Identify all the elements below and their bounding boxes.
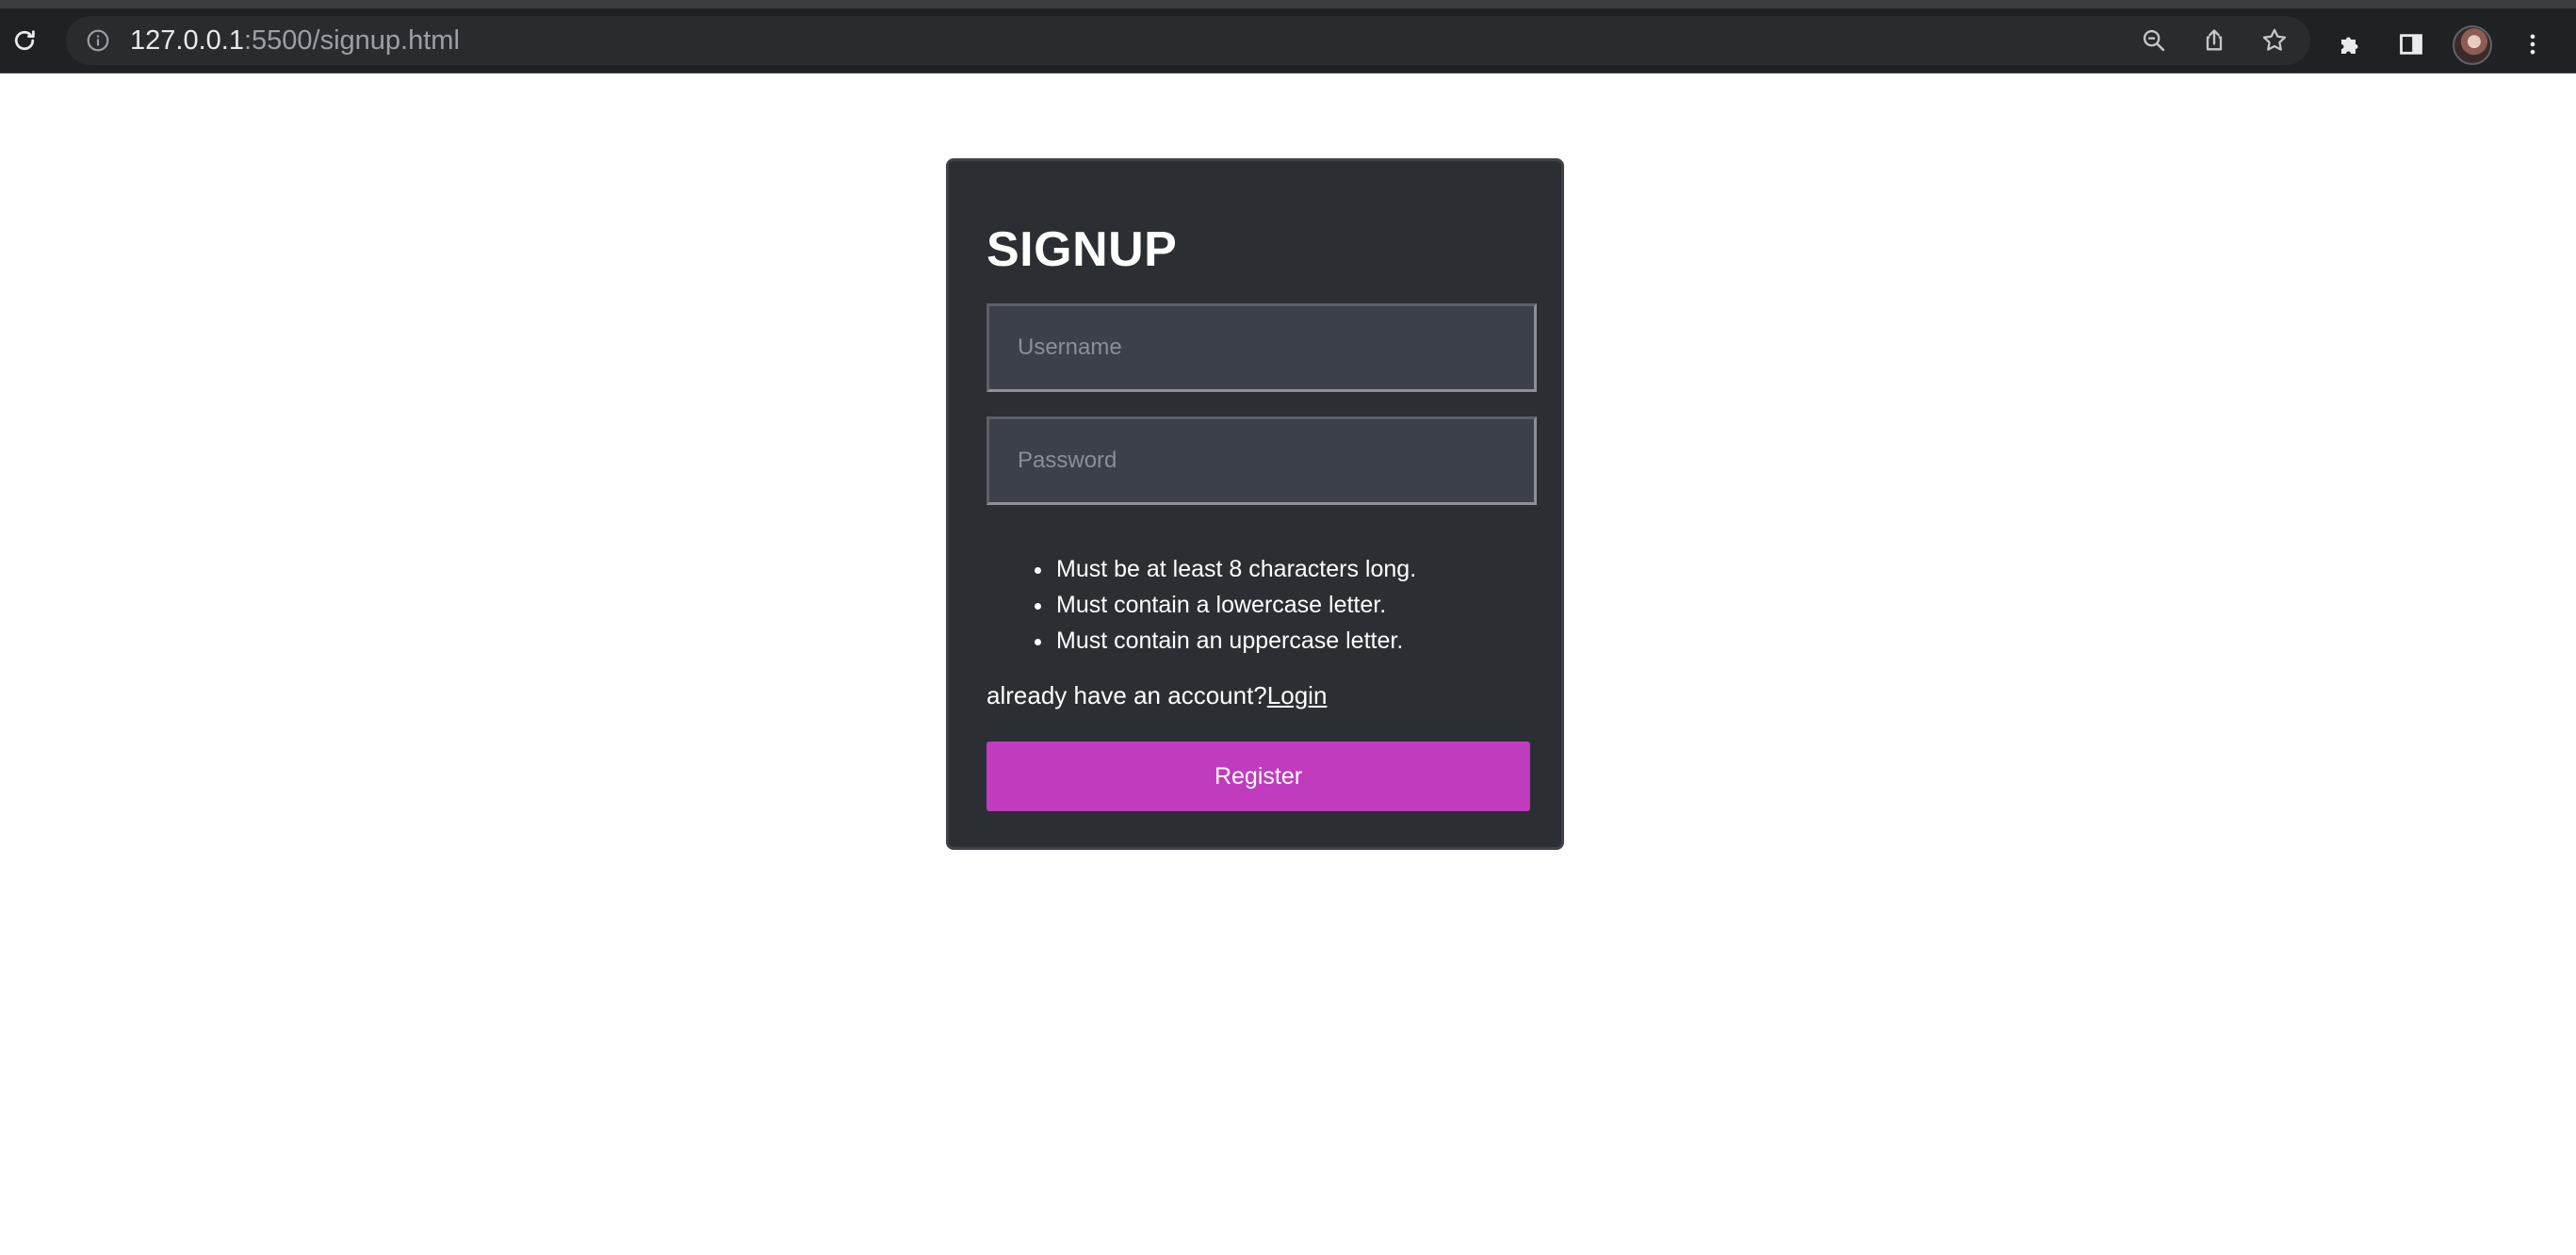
password-rule: Must contain a lowercase letter. (1054, 587, 1416, 623)
info-icon[interactable] (85, 27, 111, 54)
kebab-menu-icon[interactable] (2516, 27, 2550, 61)
password-rules: Must be at least 8 characters long. Must… (1054, 551, 1416, 659)
signup-title: SIGNUP (986, 222, 1178, 277)
login-prompt: already have an account?Login (986, 681, 1327, 710)
account-prompt-text: already have an account? (986, 681, 1267, 709)
url-path: :5500/signup.html (243, 25, 460, 56)
password-rule: Must be at least 8 characters long. (1054, 551, 1416, 587)
login-link[interactable]: Login (1267, 681, 1328, 709)
password-rule: Must contain an uppercase letter. (1054, 623, 1416, 659)
url-text[interactable]: 127.0.0.1:5500/signup.html (130, 16, 460, 65)
browser-toolbar: 127.0.0.1:5500/signup.html (0, 0, 2576, 73)
share-icon[interactable] (2199, 25, 2229, 56)
address-bar[interactable]: 127.0.0.1:5500/signup.html (66, 16, 2310, 65)
signup-card: SIGNUP Must be at least 8 characters lon… (946, 158, 1564, 850)
url-host: 127.0.0.1 (130, 25, 244, 56)
avatar[interactable] (2453, 25, 2492, 65)
side-panel-icon[interactable] (2394, 27, 2428, 61)
reload-icon[interactable] (8, 24, 41, 57)
zoom-out-icon[interactable] (2139, 25, 2169, 56)
username-input[interactable] (986, 303, 1537, 392)
register-button[interactable]: Register (986, 742, 1530, 811)
password-input[interactable] (986, 416, 1537, 505)
puzzle-icon[interactable] (2334, 27, 2368, 61)
star-icon[interactable] (2259, 25, 2290, 56)
